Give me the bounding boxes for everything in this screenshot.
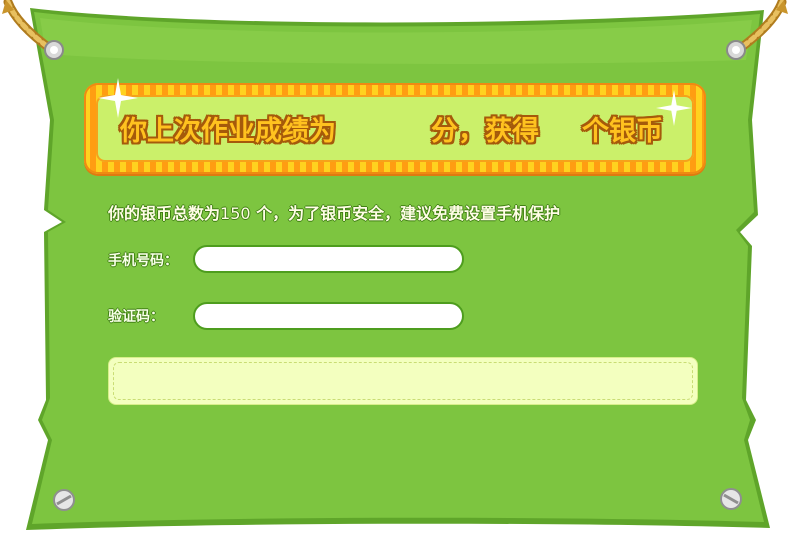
info-amount: 150 <box>220 204 251 223</box>
left-rope-icon <box>2 0 64 60</box>
title-banner: 你上次作业成绩为 分，获得 个银币 <box>84 83 706 174</box>
verification-code-input[interactable] <box>193 302 464 330</box>
bottom-right-screw-icon <box>720 488 742 510</box>
info-suffix: 个，为了银币安全，建议免费设置手机保护 <box>250 204 561 223</box>
banner-text-score-prefix: 你上次作业成绩为 <box>120 116 336 147</box>
message-box-inner <box>113 362 693 400</box>
sparkle-right-icon <box>656 90 692 126</box>
message-box <box>108 357 698 405</box>
info-prefix: 你的银币总数为 <box>108 204 221 223</box>
phone-label: 手机号码： <box>108 253 178 269</box>
right-rope-icon <box>726 0 788 60</box>
silver-coin-info: 你的银币总数为150 个，为了银币安全，建议免费设置手机保护 <box>108 200 560 224</box>
verification-code-label: 验证码： <box>108 309 164 325</box>
banner-text-coins-suffix: 个银币 <box>582 116 663 147</box>
sparkle-left-icon <box>98 78 138 118</box>
bottom-left-screw-icon <box>53 489 75 511</box>
phone-number-input[interactable] <box>193 245 464 273</box>
banner-text-score-suffix: 分，获得 <box>431 116 539 147</box>
title-banner-inner: 你上次作业成绩为 分，获得 个银币 <box>96 95 694 162</box>
